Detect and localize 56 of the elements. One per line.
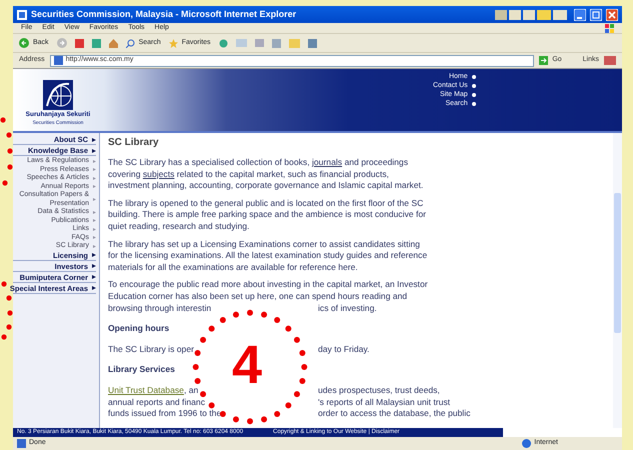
go-arrow-icon xyxy=(539,56,548,65)
close-icon[interactable] xyxy=(606,8,618,20)
arrow-icon xyxy=(92,138,96,142)
window-title: Securities Commission, Malaysia - Microsoft Internet Explorer xyxy=(31,8,296,21)
text-line: day to Friday. xyxy=(318,344,370,356)
text-line: browsing through interestin xyxy=(108,302,212,313)
section-heading: Library Services xyxy=(108,364,176,376)
arrow-icon xyxy=(93,160,96,163)
arrow-icon xyxy=(93,210,96,214)
text-line: udes prospectuses, trust deeds, xyxy=(318,384,440,396)
scrollbar-thumb[interactable] xyxy=(614,193,621,333)
text-line: funds issued from 1996 to the xyxy=(108,408,222,418)
arrow-icon xyxy=(92,264,96,268)
arrow-icon xyxy=(93,198,96,201)
text-line: 's reports of all Malaysian unit trust xyxy=(318,396,450,408)
text-line: annual reports and financ xyxy=(108,396,205,406)
arrow-icon xyxy=(93,228,96,231)
text-line: order to access the database, the public xyxy=(318,408,470,420)
text-link[interactable]: subjects xyxy=(142,168,174,179)
back-arrow-icon xyxy=(19,38,29,48)
section-heading: Opening hours xyxy=(108,323,170,335)
arrow-icon xyxy=(93,219,96,222)
text-link[interactable]: journals xyxy=(312,157,342,167)
home-icon[interactable] xyxy=(108,38,118,48)
arrow-icon xyxy=(93,236,96,240)
bullet-icon xyxy=(472,92,476,96)
arrow-icon xyxy=(92,275,96,279)
maximize-icon[interactable] xyxy=(590,8,602,20)
star-icon xyxy=(168,38,178,48)
windows-logo-icon xyxy=(605,24,614,32)
text-line: The SC Library is oper xyxy=(108,344,194,354)
minimize-icon[interactable] xyxy=(574,8,586,20)
arrow-icon xyxy=(93,168,96,172)
arrow-icon xyxy=(92,148,96,152)
text-line: To encourage the public read more about investing in the capital market, an Investor xyxy=(108,279,428,290)
bullet-icon xyxy=(472,74,476,78)
scrollbar[interactable] xyxy=(613,133,622,428)
page-title: SC Library xyxy=(108,137,160,149)
globe-logo-icon xyxy=(43,80,73,110)
step-number: 4 xyxy=(232,335,262,395)
bullet-icon xyxy=(472,102,476,106)
arrow-icon xyxy=(93,176,96,180)
search-icon xyxy=(126,38,135,48)
arrow-icon xyxy=(92,253,96,257)
arrow-icon xyxy=(93,185,96,188)
paragraph: The library is opened to the general public and is located on the first floor of the SC building. There is ample free parking space and the ambience is most conducive for quiet reading, research and studying. xyxy=(108,198,427,233)
bullet-icon xyxy=(472,84,476,88)
text-line: ics of investing. xyxy=(318,302,377,314)
arrow-icon xyxy=(93,244,96,248)
text-link[interactable]: Unit Trust Database xyxy=(108,384,184,395)
arrow-icon xyxy=(92,286,96,290)
text-line: Education corner has also been set up here, one can spend hours reading and xyxy=(108,290,408,301)
forward-arrow-icon[interactable] xyxy=(56,38,67,48)
paragraph: The SC Library has a specialised collection of books, journals and proceedings covering subjects related to the capital market, such as financial products, investment planning, accounting, corporate governance and Islamic capital market. xyxy=(108,157,424,192)
text-line: , an xyxy=(184,384,198,395)
paragraph: The library has set up a Licensing Examinations corner to assist candidates sitting for the licensing examinations. All the latest examination study guides and reference materials for all the examinations are available for reference here. xyxy=(108,238,428,274)
